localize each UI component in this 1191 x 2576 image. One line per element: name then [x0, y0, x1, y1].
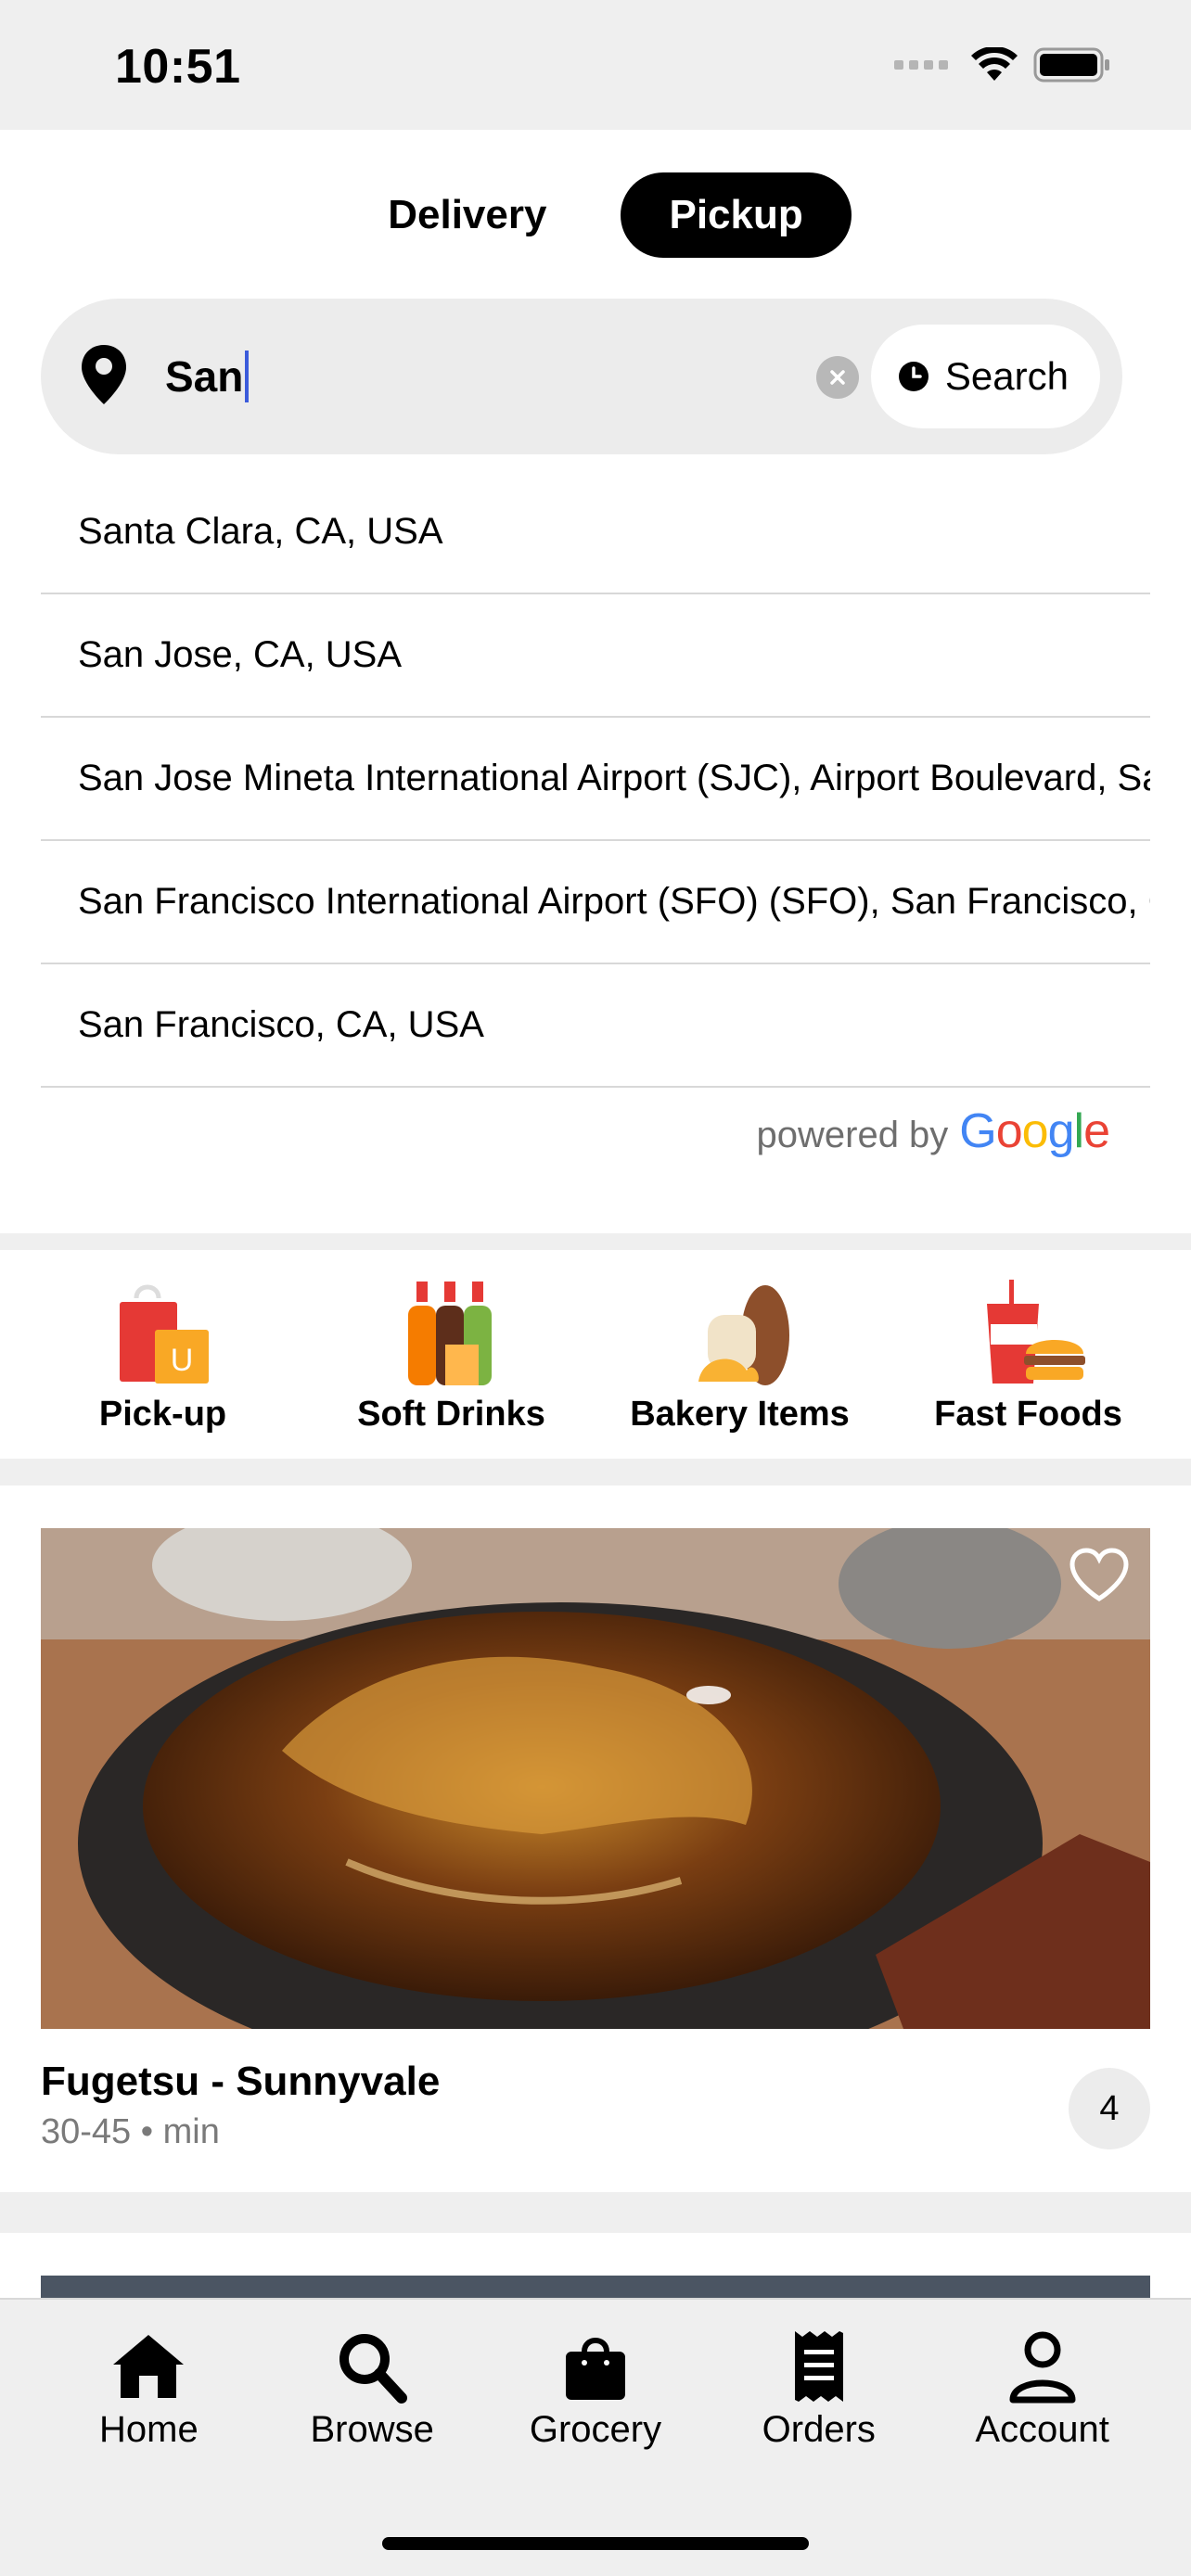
tab-account[interactable]: Account: [950, 2329, 1135, 2451]
burger-drink-icon: [986, 1280, 1085, 1384]
powered-by-text: powered by: [756, 1115, 949, 1155]
tab-label: Account: [975, 2409, 1109, 2450]
suggestion-item[interactable]: San Jose Mineta International Airport (S…: [41, 718, 1150, 841]
category-carousel: U Pick-up Soft Drinks Bakery Items Fast: [0, 1250, 1191, 1459]
pickup-button[interactable]: Pickup: [621, 172, 852, 258]
schedule-search-button[interactable]: Search: [870, 325, 1100, 428]
suggestion-list: Santa Clara, CA, USA San Jose, CA, USA S…: [41, 471, 1150, 1088]
tab-label: Grocery: [529, 2409, 662, 2450]
tab-browse[interactable]: Browse: [279, 2329, 465, 2451]
category-label: Bakery Items: [630, 1395, 850, 1434]
suggestion-item[interactable]: San Francisco International Airport (SFO…: [41, 841, 1150, 964]
battery-icon: [1033, 47, 1109, 83]
wifi-icon: [971, 47, 1018, 81]
suggestion-item[interactable]: San Jose, CA, USA: [41, 594, 1150, 718]
location-search-panel: Delivery Pickup San Search Santa Clara, …: [0, 130, 1191, 1233]
location-pin-icon: [82, 345, 126, 404]
schedule-search-label: Search: [944, 354, 1069, 398]
address-search-bar: San Search: [41, 299, 1122, 454]
restaurant-name: Fugetsu - Sunnyvale: [41, 2059, 441, 2104]
bread-icon: [698, 1285, 789, 1385]
text-caret: [245, 351, 250, 402]
tab-grocery[interactable]: Grocery: [503, 2329, 688, 2451]
clock-icon: [898, 362, 928, 391]
home-indicator: [382, 2537, 809, 2550]
address-search-input[interactable]: San: [165, 345, 250, 408]
home-icon: [113, 2335, 185, 2398]
shopping-bags-icon: U: [119, 1284, 209, 1384]
suggestion-item[interactable]: San Francisco, CA, USA: [41, 964, 1150, 1088]
category-label: Fast Foods: [934, 1395, 1122, 1434]
search-input-value: San: [165, 352, 244, 401]
category-label: Pick-up: [98, 1395, 227, 1434]
status-icons: [894, 46, 1111, 83]
category-label: Soft Drinks: [357, 1395, 545, 1434]
google-logo: Google: [959, 1104, 1110, 1158]
tab-label: Home: [99, 2409, 198, 2450]
status-bar: 10:51: [0, 0, 1191, 130]
status-time: 10:51: [115, 40, 241, 94]
svg-text:U: U: [170, 1343, 193, 1378]
category-soft-drinks[interactable]: Soft Drinks: [322, 1250, 582, 1435]
delivery-time: 30-45 • min: [41, 2112, 220, 2151]
shopping-bag-icon: [565, 2338, 625, 2400]
category-bakery-items[interactable]: Bakery Items: [610, 1250, 870, 1435]
tab-home[interactable]: Home: [56, 2329, 241, 2451]
person-icon: [1009, 2331, 1076, 2404]
delivery-mode-toggle: Delivery Pickup: [0, 172, 1191, 258]
clear-text-icon[interactable]: [816, 356, 859, 399]
tab-orders[interactable]: Orders: [726, 2329, 912, 2451]
restaurant-card[interactable]: Fugetsu - Sunnyvale 30-45 • min 4: [0, 1486, 1191, 2192]
bottom-tab-bar: Home Browse Grocery Orders Account: [0, 2298, 1191, 2576]
category-fast-foods[interactable]: Fast Foods: [899, 1250, 1159, 1435]
tab-label: Orders: [762, 2409, 876, 2450]
receipt-icon: [794, 2331, 843, 2402]
google-attribution: powered by Google: [757, 1103, 1110, 1159]
search-icon: [339, 2334, 408, 2404]
suggestion-item[interactable]: Santa Clara, CA, USA: [41, 471, 1150, 594]
rating-badge: 4: [1069, 2068, 1150, 2149]
restaurant-image: [41, 1528, 1150, 2029]
delivery-button[interactable]: Delivery: [339, 172, 595, 258]
cellular-signal-icon: [894, 60, 948, 70]
tab-label: Browse: [310, 2409, 434, 2450]
soda-bottles-icon: [407, 1282, 492, 1385]
category-pick-up[interactable]: U Pick-up: [33, 1250, 293, 1435]
favorite-heart-icon[interactable]: [1069, 1547, 1130, 1602]
